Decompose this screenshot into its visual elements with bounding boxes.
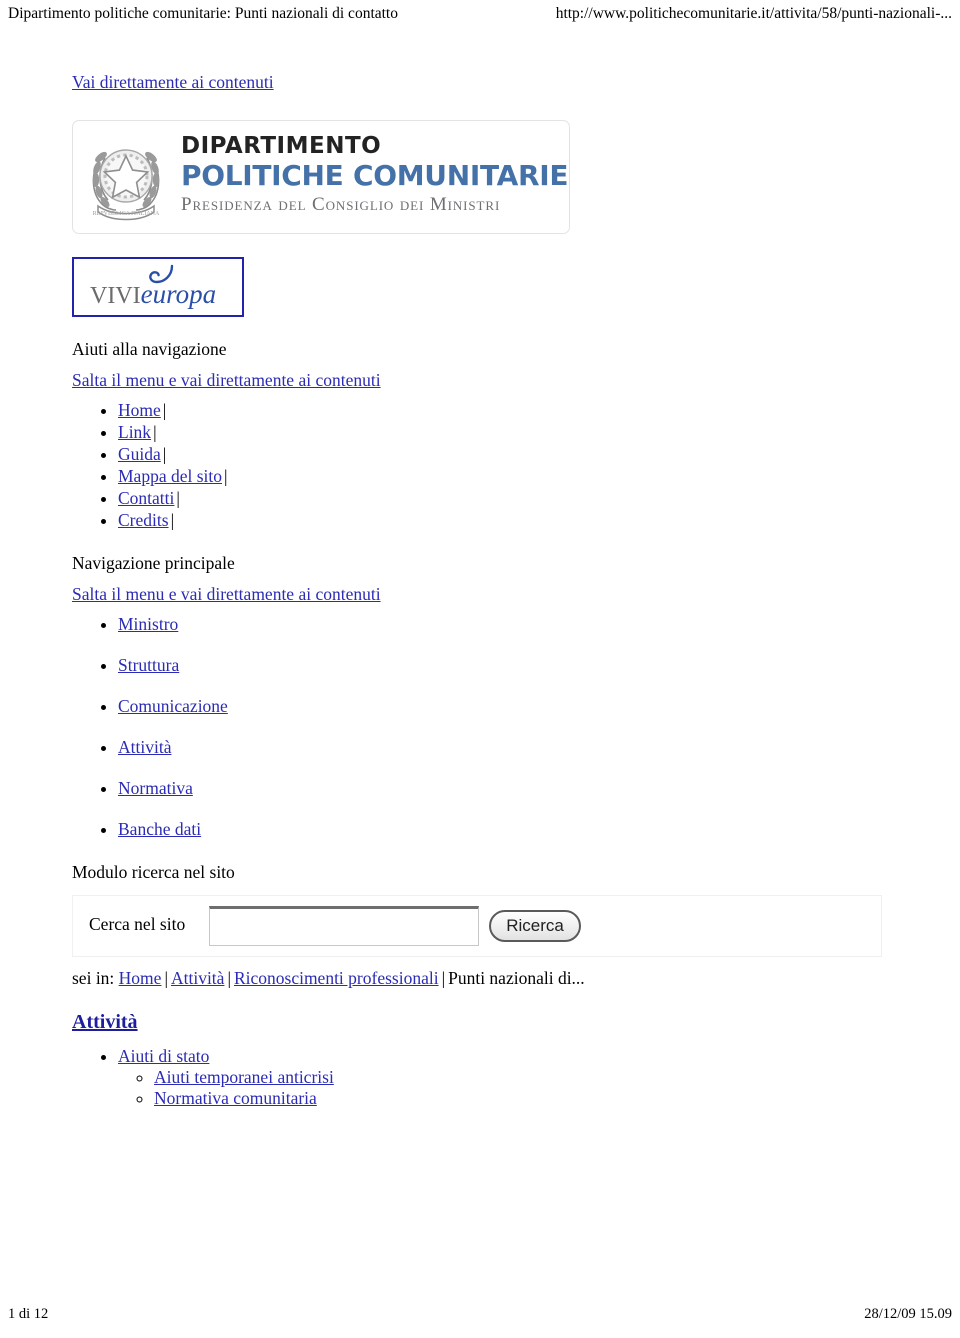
document-url: http://www.politichecomunitarie.it/attiv… [555,5,952,22]
list-item: Banche dati [118,819,960,840]
breadcrumb-separator: | [227,968,231,988]
nav-help-item-guida[interactable]: Guida [118,444,161,464]
nav-main-item-ministro[interactable]: Ministro [118,614,178,634]
print-footer: 1 di 12 28/12/09 15.09 [0,1306,960,1328]
skip-menu-link-main[interactable]: Salta il menu e vai direttamente ai cont… [72,584,381,604]
nav-main-list: Ministro Struttura Comunicazione Attivit… [72,614,960,840]
vivieuropa-wordmark: VIVIeuropa [90,279,217,309]
content-item-normativa-comunitaria[interactable]: Normativa comunitaria [154,1088,317,1108]
list-item: Contatti| [118,488,960,509]
nav-main-item-normativa[interactable]: Normativa [118,778,193,798]
nav-help-list: Home| Link| Guida| Mappa del sito| Conta… [72,400,960,531]
page-number: 1 di 12 [8,1306,49,1322]
page-content: Vai direttamente ai contenuti REPVBBLICA… [0,72,960,1110]
institutional-logo[interactable]: REPVBBLICA ITALIANA DIPARTIMENTO POLITIC… [72,120,570,234]
print-timestamp: 28/12/09 15.09 [864,1306,952,1322]
search-module-heading: Modulo ricerca nel sito [72,862,235,882]
breadcrumb-item-attivita[interactable]: Attività [171,968,224,988]
breadcrumb: sei in: Home | Attività | Riconoscimenti pro… [72,968,960,989]
content-tree: Aiuti di stato Aiuti temporanei anticris… [72,1046,960,1109]
logo-line-dipartimento: DIPARTIMENTO [181,133,382,159]
nav-main-heading: Navigazione principale [72,553,235,573]
breadcrumb-item-home[interactable]: Home [119,968,162,988]
page-title[interactable]: Attività [72,1011,960,1034]
item-separator: | [162,444,167,464]
nav-main-item-attivita[interactable]: Attività [118,737,171,757]
vivieuropa-inner: VIVIeuropa [84,259,236,315]
nav-help-item-link[interactable]: Link [118,422,151,442]
list-item: Home| [118,400,960,421]
vivieuropa-europa-text: europa [140,279,217,309]
svg-text:REPVBBLICA ITALIANA: REPVBBLICA ITALIANA [93,211,160,217]
logo-wordmark: DIPARTIMENTO POLITICHE COMUNITARIE Presi… [181,133,569,216]
logo-line-presidenza: Presidenza del Consiglio dei Ministri [181,194,501,216]
nav-main-item-struttura[interactable]: Struttura [118,655,179,675]
search-form: Cerca nel sito Ricerca [72,895,882,957]
item-separator: | [162,400,167,420]
nav-help-item-mappa-del-sito[interactable]: Mappa del sito [118,466,222,486]
nav-main-item-banche-dati[interactable]: Banche dati [118,819,201,839]
list-item: Comunicazione [118,696,960,717]
skip-to-content-link-top[interactable]: Vai direttamente ai contenuti [72,72,274,93]
search-input[interactable] [209,906,479,946]
header-divider [0,31,960,32]
italian-republic-emblem-icon: REPVBBLICA ITALIANA [86,130,166,226]
skip-menu-link-help[interactable]: Salta il menu e vai direttamente ai cont… [72,370,381,390]
content-item-aiuti-di-stato[interactable]: Aiuti di stato [118,1046,209,1066]
breadcrumb-separator: | [441,968,446,988]
list-item: Aiuti temporanei anticrisi [154,1067,960,1088]
vivieuropa-logo[interactable]: VIVIeuropa [72,257,244,317]
search-label: Cerca nel sito [89,914,186,934]
list-item: Mappa del sito| [118,466,960,487]
vivieuropa-vivi-text: VIVI [90,283,141,309]
print-header: Dipartimento politiche comunitarie: Punt… [0,5,960,29]
content-subtree: Aiuti temporanei anticrisi Normativa com… [118,1067,960,1109]
list-item: Normativa [118,778,960,799]
list-item: Link| [118,422,960,443]
list-item: Guida| [118,444,960,465]
item-separator: | [176,488,180,508]
breadcrumb-separator: | [164,968,168,988]
item-separator: | [153,422,157,442]
list-item: Attività [118,737,960,758]
list-item: Aiuti di stato Aiuti temporanei anticris… [118,1046,960,1109]
search-submit-button[interactable]: Ricerca [489,910,581,942]
breadcrumb-item-riconoscimenti-professionali[interactable]: Riconoscimenti professionali [234,968,439,988]
nav-help-item-home[interactable]: Home [118,400,161,420]
breadcrumb-prefix: sei in: [72,968,115,988]
list-item: Normativa comunitaria [154,1088,960,1109]
item-separator: | [170,510,175,530]
logo-line-politiche-comunitarie: POLITICHE COMUNITARIE [181,159,569,192]
nav-main-item-comunicazione[interactable]: Comunicazione [118,696,228,716]
nav-help-item-contatti[interactable]: Contatti [118,488,174,508]
list-item: Ministro [118,614,960,635]
list-item: Credits| [118,510,960,531]
nav-help-heading: Aiuti alla navigazione [72,339,227,359]
nav-help-item-credits[interactable]: Credits [118,510,169,530]
document-title: Dipartimento politiche comunitarie: Punt… [8,5,398,22]
content-item-aiuti-temporanei-anticrisi[interactable]: Aiuti temporanei anticrisi [154,1067,334,1087]
breadcrumb-item-current: Punti nazionali di... [448,968,585,988]
list-item: Struttura [118,655,960,676]
item-separator: | [224,466,228,486]
